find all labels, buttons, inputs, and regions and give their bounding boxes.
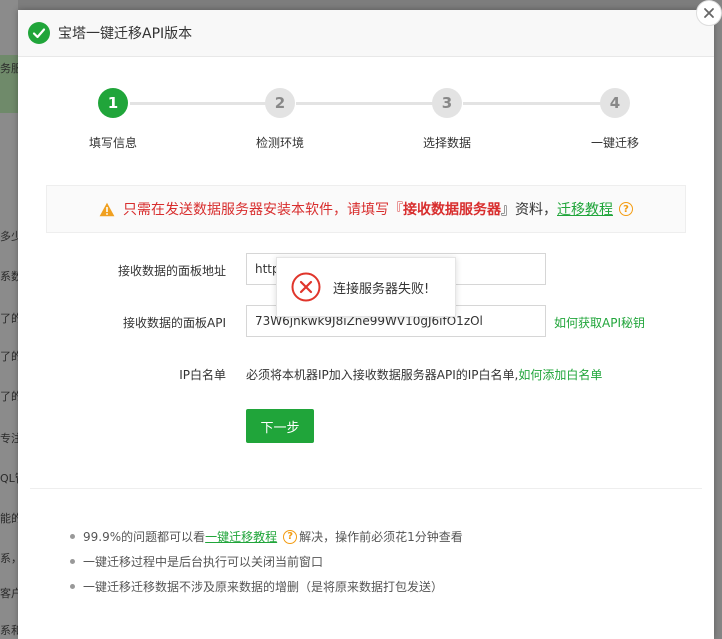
list-item: 一键迁移过程中是后台执行可以关闭当前窗口 [70, 549, 463, 574]
step-2-label: 检测环境 [255, 136, 304, 150]
error-toast: 连接服务器失败! [276, 257, 456, 317]
background-label: QL管 [0, 472, 18, 485]
tip-1-text-a: 99.9%的问题都可以看 [83, 530, 206, 544]
background-label: 专注 [0, 432, 18, 445]
panel-api-label: 接收数据的面板API [123, 316, 226, 330]
close-button[interactable] [696, 0, 722, 26]
panel-url-label: 接收数据的面板地址 [117, 264, 226, 278]
step-4-circle: 4 [600, 88, 630, 118]
warning-text-b: 』资料， [501, 202, 557, 218]
tip-2-text: 一键迁移过程中是后台执行可以关闭当前窗口 [83, 555, 324, 569]
next-step-button[interactable]: 下一步 [246, 409, 314, 443]
warning-text-bold: 接收数据服务器 [403, 202, 501, 218]
migration-tutorial-tip-link[interactable]: 一键迁移教程 [205, 528, 277, 545]
help-icon[interactable]: ? [283, 529, 298, 544]
bullet-icon [70, 534, 75, 539]
warning-banner: 只需在发送数据服务器安装本软件，请填写『 接收数据服务器 』资料， 迁移教程 ? [46, 185, 686, 233]
background-label: 客户 [0, 587, 18, 600]
dialog-header: 宝塔一键迁移API版本 [18, 10, 714, 57]
background-label: 系和 [0, 624, 18, 637]
background-label: 务服 [0, 62, 18, 75]
background-label: 能的 [0, 512, 18, 525]
step-1-label: 填写信息 [88, 136, 137, 150]
dialog-title: 宝塔一键迁移API版本 [58, 26, 193, 42]
step-4-label: 一键迁移 [590, 136, 639, 150]
bullet-icon [70, 584, 75, 589]
ip-whitelist-label: IP白名单 [179, 368, 226, 382]
migration-dialog: 宝塔一键迁移API版本 1 2 3 4 填写信息 检测环境 选择数据 一键迁移 … [18, 10, 714, 639]
list-item: 99.9%的问题都可以看 一键迁移教程 ? 解决，操作前必须花1分钟查看 [70, 524, 463, 549]
step-3-circle: 3 [432, 88, 462, 118]
get-api-key-link[interactable]: 如何获取API秘钥 [554, 314, 645, 331]
help-icon[interactable]: ? [619, 202, 633, 216]
step-1-circle: 1 [98, 88, 128, 118]
step-connector [130, 102, 270, 105]
close-icon [703, 7, 715, 19]
tip-1-text-b: 解决，操作前必须花1分钟查看 [299, 530, 463, 544]
bullet-icon [70, 559, 75, 564]
background-label: 了的 [0, 312, 18, 325]
error-circle-icon [291, 272, 321, 302]
check-circle-icon [28, 22, 50, 44]
ip-whitelist-note: 必须将本机器IP加入接收数据服务器API的IP白名单, [246, 368, 519, 382]
step-3-label: 选择数据 [422, 136, 471, 150]
list-item: 一键迁移迁移数据不涉及原来数据的增删（是将原来数据打包发送） [70, 574, 463, 599]
toast-message: 连接服务器失败! [333, 281, 430, 297]
background-label: 了的 [0, 390, 18, 403]
background-label: 系数 [0, 270, 18, 283]
add-whitelist-link[interactable]: 如何添加白名单 [518, 368, 602, 382]
migration-tutorial-link[interactable]: 迁移教程 [557, 199, 613, 219]
warning-icon [99, 202, 115, 217]
tips-list: 99.9%的问题都可以看 一键迁移教程 ? 解决，操作前必须花1分钟查看 一键迁… [70, 524, 463, 599]
background-label: 了的 [0, 350, 18, 363]
step-progress: 1 2 3 4 填写信息 检测环境 选择数据 一键迁移 [18, 88, 714, 168]
step-connector [463, 102, 603, 105]
tip-3-text: 一键迁移迁移数据不涉及原来数据的增删（是将原来数据打包发送） [83, 580, 444, 594]
background-label: 系， [0, 552, 18, 565]
warning-text-a: 只需在发送数据服务器安装本软件，请填写『 [123, 202, 403, 218]
background-label: 多少 [0, 230, 18, 243]
background-right-edge [714, 0, 722, 639]
step-2-circle: 2 [265, 88, 295, 118]
step-connector [296, 102, 436, 105]
divider [30, 488, 702, 489]
